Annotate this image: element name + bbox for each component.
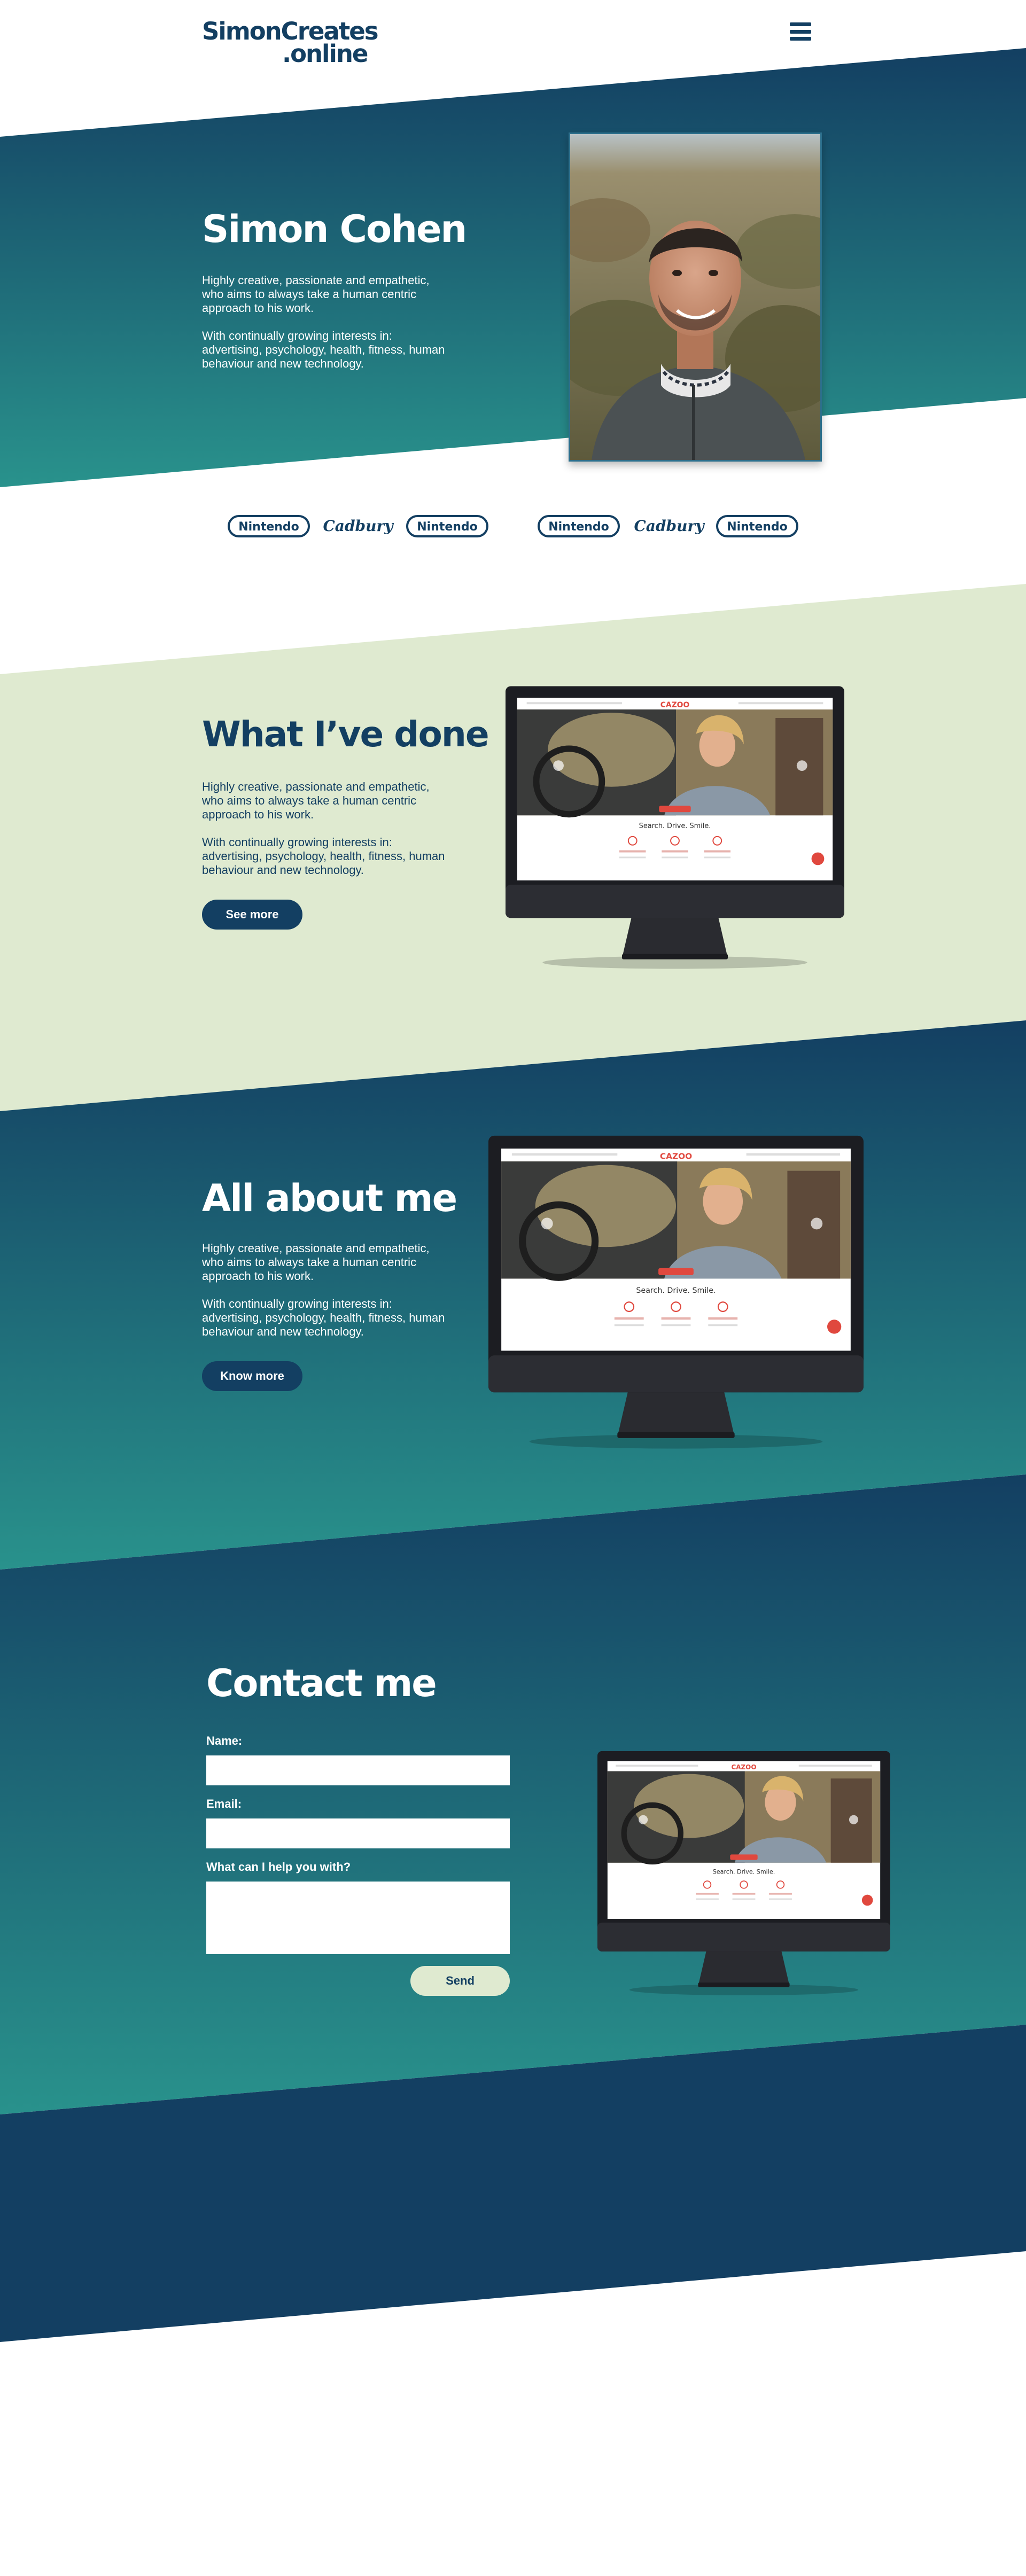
client-logos-strip: Nintendo Cadbury Nintendo Nintendo Cadbu… (203, 508, 823, 545)
done-section-title: What I’ve done (202, 714, 489, 755)
mockup-tagline: Search. Drive. Smile. (636, 1286, 716, 1295)
mockup-tagline: Search. Drive. Smile. (713, 1868, 775, 1875)
about-section-title: All about me (202, 1176, 457, 1220)
mockup-brand: CAZOO (660, 701, 690, 709)
client-logo-text: Nintendo (548, 520, 609, 534)
see-more-button[interactable]: See more (202, 900, 302, 930)
menu-bar (790, 29, 811, 34)
done-description: Highly creative, passionate and empathet… (202, 780, 448, 891)
know-more-button[interactable]: Know more (202, 1361, 302, 1391)
name-input[interactable] (206, 1755, 510, 1785)
client-logo-text: Cadbury (634, 517, 705, 535)
mockup-tagline: Search. Drive. Smile. (639, 822, 711, 830)
contact-section-title: Contact me (206, 1661, 437, 1705)
client-logo-text: Nintendo (417, 520, 478, 534)
done-paragraph-2: With continually growing interests in: a… (202, 836, 445, 877)
site-logo[interactable]: SimonCreates .online (202, 19, 379, 68)
done-paragraph-1: Highly creative, passionate and empathet… (202, 780, 430, 821)
client-logo: Nintendo (538, 515, 620, 537)
hero-paragraph-2: With continually growing interests in: a… (202, 329, 445, 370)
contact-monitor-mockup: CAZOO Search. Drive. Smile. (597, 1746, 890, 2003)
client-logo-text: Nintendo (727, 520, 788, 534)
menu-bar (790, 22, 811, 26)
hamburger-menu-icon[interactable] (790, 22, 811, 41)
menu-bar (790, 37, 811, 41)
profile-photo (569, 132, 822, 462)
name-label: Name: (206, 1734, 243, 1747)
help-label: What can I help you with? (206, 1860, 351, 1874)
client-logo: Cadbury (323, 517, 394, 535)
mockup-brand: CAZOO (731, 1763, 756, 1771)
logo-line-2: .online (282, 40, 368, 68)
about-description: Highly creative, passionate and empathet… (202, 1242, 448, 1353)
portfolio-monitor-mockup: CAZOO Search. Drive. Smile. (506, 686, 844, 972)
about-paragraph-1: Highly creative, passionate and empathet… (202, 1242, 430, 1283)
client-logo: Nintendo (228, 515, 310, 537)
client-logo-text: Cadbury (323, 517, 394, 535)
about-monitor-mockup: CAZOO Search. Drive. Smile. (488, 1135, 864, 1453)
mockup-brand: CAZOO (660, 1152, 692, 1161)
email-input[interactable] (206, 1818, 510, 1848)
client-logo-text: Nintendo (238, 520, 299, 534)
client-logo: Nintendo (406, 515, 488, 537)
help-textarea[interactable] (206, 1882, 510, 1954)
hero-description: Highly creative, passionate and empathet… (202, 274, 448, 385)
hero-paragraph-1: Highly creative, passionate and empathet… (202, 274, 430, 315)
hero-title: Simon Cohen (202, 207, 467, 251)
client-logo: Nintendo (716, 515, 798, 537)
send-button[interactable]: Send (410, 1966, 510, 1996)
client-logo: Cadbury (634, 517, 705, 535)
about-paragraph-2: With continually growing interests in: a… (202, 1297, 445, 1338)
email-label: Email: (206, 1797, 242, 1810)
